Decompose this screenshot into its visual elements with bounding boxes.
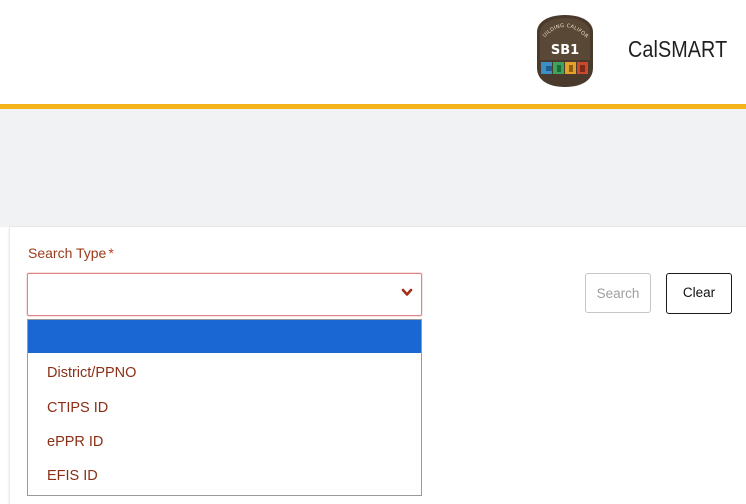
page: REBUILDING CALIFORNIA SB1 CalSMART Searc… <box>0 0 746 504</box>
dropdown-option-eppr-id[interactable]: ePPR ID <box>28 426 421 459</box>
clear-button[interactable]: Clear <box>666 273 732 314</box>
sb1-logo: REBUILDING CALIFORNIA SB1 <box>536 14 593 87</box>
search-type-label: Search Type * <box>28 245 114 261</box>
option-label: ePPR ID <box>47 434 104 450</box>
required-mark: * <box>108 245 114 261</box>
dropdown-option-efis-id[interactable]: EFIS ID <box>28 460 421 493</box>
dropdown-option-ctips-id[interactable]: CTIPS ID <box>28 392 421 425</box>
option-label: CTIPS ID <box>47 400 109 416</box>
search-type-dropdown: District/PPNO CTIPS ID ePPR ID EFIS ID <box>27 319 422 496</box>
chevron-down-icon[interactable] <box>401 288 413 298</box>
search-button[interactable]: Search <box>585 273 651 313</box>
logo-text: SB1 <box>551 43 579 58</box>
search-type-select[interactable] <box>27 273 422 316</box>
search-type-label-text: Search Type <box>28 245 107 261</box>
gray-banner <box>0 109 746 227</box>
dropdown-option-district-ppno[interactable]: District/PPNO <box>28 357 421 390</box>
app-title: CalSMART <box>628 36 728 62</box>
option-label: EFIS ID <box>47 468 98 484</box>
dropdown-option-blank[interactable] <box>28 320 421 353</box>
option-label: District/PPNO <box>47 365 137 381</box>
header: REBUILDING CALIFORNIA SB1 CalSMART <box>0 0 746 104</box>
